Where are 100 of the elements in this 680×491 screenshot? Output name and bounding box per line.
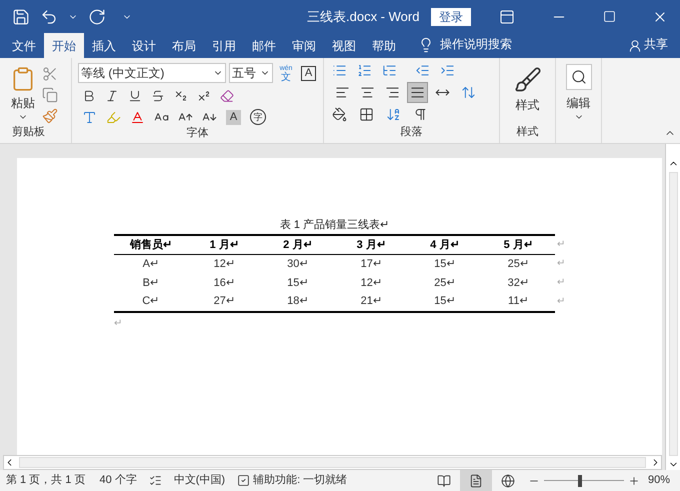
clear-formatting-icon[interactable]	[220, 89, 234, 103]
table-cell-text: 11↵	[507, 294, 530, 309]
column-header: 4 月↵	[429, 238, 460, 252]
align-center-icon	[360, 85, 375, 100]
numbering-icon[interactable]	[357, 63, 372, 78]
zoom-slider[interactable]	[544, 474, 624, 486]
text-effects-icon[interactable]	[82, 110, 97, 124]
ribbon-display-icon[interactable]	[499, 8, 515, 24]
format-painter-icon[interactable]	[42, 108, 58, 124]
book-icon	[436, 474, 451, 488]
table-cell-text: 25↵	[506, 257, 530, 272]
zoom-in-icon[interactable]	[628, 474, 640, 486]
table-cell-text: 18↵	[286, 294, 310, 309]
superscript-icon[interactable]	[197, 89, 211, 103]
group-label: 剪贴板	[11, 124, 46, 140]
multilevel-list-icon[interactable]	[382, 63, 397, 78]
ribbon-tab[interactable]: 设计	[124, 33, 164, 58]
character-border-button[interactable]: A	[301, 66, 316, 80]
ribbon-tab[interactable]: 开始	[44, 33, 84, 58]
paste-button[interactable]: 粘贴	[11, 94, 35, 112]
copy-icon[interactable]	[42, 87, 58, 103]
ribbon-tab[interactable]: 帮助	[364, 33, 404, 58]
cut-icon[interactable]	[42, 66, 58, 82]
borders-icon[interactable]	[359, 107, 374, 122]
ribbon-tab[interactable]: 文件	[4, 33, 44, 58]
language-status[interactable]: 中文(中国)	[174, 472, 226, 489]
italic-icon[interactable]	[105, 89, 119, 103]
table-cell-text: A↵	[142, 257, 160, 272]
strikethrough-icon[interactable]	[151, 89, 165, 103]
justify-icon	[410, 85, 425, 100]
show-marks-icon[interactable]	[413, 107, 428, 122]
globe-icon	[500, 474, 515, 488]
row-end-mark: ↵	[557, 294, 565, 308]
undo-icon[interactable]	[40, 8, 58, 26]
group-label: 样式	[516, 124, 538, 140]
ribbon-tab[interactable]: 插入	[84, 33, 124, 58]
align-left-icon	[335, 85, 350, 100]
paragraph-mark: ↵	[114, 318, 122, 328]
maximize-icon[interactable]	[603, 10, 616, 23]
group-label: 字体	[186, 126, 210, 141]
ribbon-tab[interactable]: 布局	[164, 33, 204, 58]
save-icon[interactable]	[12, 8, 30, 26]
line-spacing-icon[interactable]	[461, 85, 476, 100]
row-end-mark: ↵	[557, 276, 565, 290]
ribbon-tab[interactable]: 审阅	[284, 33, 324, 58]
font-name-field[interactable]: 等线 (中文正文)	[78, 63, 226, 83]
ribbon-tab[interactable]: 视图	[324, 33, 364, 58]
column-header: 5 月↵	[502, 238, 534, 252]
sort-icon[interactable]	[386, 107, 401, 122]
table-cell-text: 17↵	[360, 257, 383, 272]
table-cell-text: 12↵	[360, 276, 383, 290]
styles-icon[interactable]	[514, 66, 542, 94]
align-right-icon	[385, 85, 400, 100]
redo-icon[interactable]	[88, 8, 106, 26]
ribbon-tab[interactable]: 引用	[204, 33, 244, 58]
enclose-characters-button[interactable]: 字	[250, 109, 266, 125]
window-title: 三线表.docx - Word	[307, 8, 420, 26]
ribbon-tab[interactable]: 邮件	[244, 33, 284, 58]
character-shading-button[interactable]: A	[226, 110, 241, 124]
word-count[interactable]: 40 个字	[99, 472, 137, 489]
column-header: 2 月↵	[282, 238, 314, 252]
subscript-icon[interactable]	[174, 89, 188, 103]
group-label: 段落	[400, 124, 424, 140]
column-header: 3 月↵	[356, 238, 387, 252]
proofing-icon[interactable]	[148, 474, 162, 487]
page-icon	[468, 474, 483, 488]
accessibility-icon[interactable]	[237, 474, 250, 487]
table-cell-text: 16↵	[212, 276, 236, 290]
decrease-indent-icon[interactable]	[415, 63, 430, 78]
share-button[interactable]: 共享	[644, 35, 668, 53]
column-header: 1 月↵	[208, 238, 240, 252]
table-cell-text: B↵	[142, 276, 160, 290]
styles-button[interactable]: 样式	[516, 96, 540, 114]
accessibility-status[interactable]: 辅助功能: 一切就绪	[253, 472, 348, 489]
increase-indent-icon[interactable]	[440, 63, 455, 78]
table-cell-text: 30↵	[286, 257, 310, 272]
row-end-mark: ↵	[557, 256, 565, 270]
search-icon[interactable]	[566, 64, 592, 90]
underline-icon[interactable]	[128, 89, 142, 103]
page-count[interactable]: 第 1 页，共 1 页	[6, 472, 86, 489]
table-cell-text: 15↵	[433, 257, 456, 272]
login-button[interactable]: 登录	[431, 8, 471, 26]
font-size-field[interactable]: 五号	[229, 63, 273, 83]
shading-icon[interactable]	[332, 107, 347, 122]
table-cell-text: 12↵	[212, 257, 236, 272]
font-color-icon[interactable]	[130, 110, 145, 124]
table-cell-text: 32↵	[506, 276, 530, 290]
column-header: 销售员↵	[128, 238, 173, 252]
share-icon[interactable]	[628, 39, 642, 53]
table-cell-text: 15↵	[433, 294, 456, 309]
row-end-mark: ↵	[557, 238, 565, 252]
bold-icon[interactable]	[82, 89, 96, 103]
table-cell-text: 15↵	[286, 276, 310, 290]
table-cell-text: 27↵	[212, 294, 236, 309]
align-button[interactable]	[407, 82, 428, 103]
zoom-level[interactable]: 90%	[648, 472, 670, 489]
view-button[interactable]	[460, 470, 492, 491]
tell-me-search[interactable]: 操作说明搜索	[440, 35, 512, 53]
editing-button[interactable]: 编辑	[566, 94, 590, 112]
table-cell-text: 25↵	[433, 276, 456, 290]
